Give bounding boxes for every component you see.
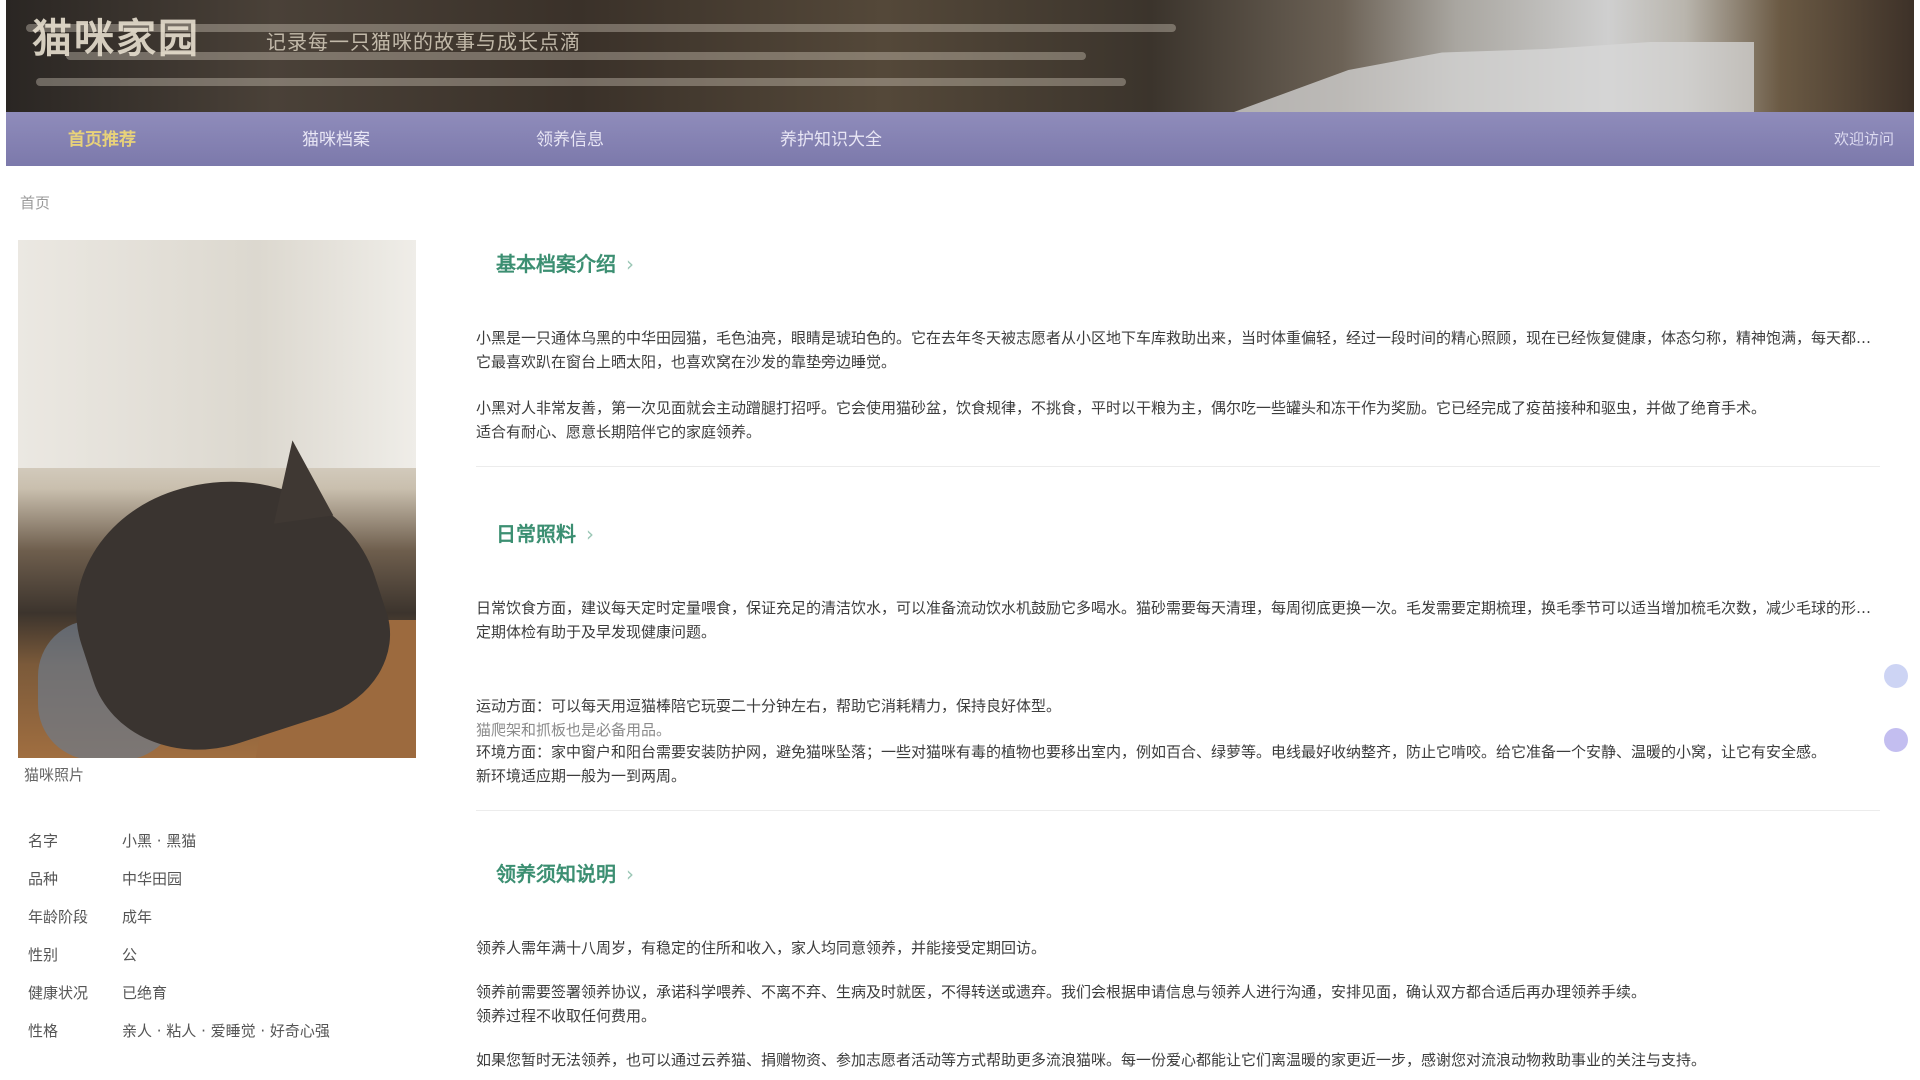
field-key: 品种 bbox=[28, 870, 59, 888]
paragraph-line: 运动方面：可以每天用逗猫棒陪它玩耍二十分钟左右，帮助它消耗精力，保持良好体型。 bbox=[476, 697, 1062, 715]
nav-item-profiles[interactable]: 猫咪档案 bbox=[292, 126, 380, 154]
nav-greeting: 欢迎访问 bbox=[1833, 130, 1894, 148]
paragraph-line: 日常饮食方面，建议每天定时定量喂食，保证充足的清洁饮水，可以准备流动饮水机鼓励它… bbox=[476, 599, 1880, 617]
paragraph-line: 它最喜欢趴在窗台上晒太阳，也喜欢窝在沙发的靠垫旁边睡觉。 bbox=[476, 353, 897, 371]
section-divider bbox=[476, 466, 1880, 467]
paragraph: 小黑是一只通体乌黑的中华田园猫，毛色油亮，眼睛是琥珀色的。它在去年冬天被志愿者从… bbox=[476, 326, 1880, 374]
field-value: 公 bbox=[122, 946, 138, 964]
profile-field: 年龄阶段 成年 bbox=[28, 898, 408, 936]
site-title[interactable]: 猫咪家园 bbox=[32, 6, 200, 64]
main-nav: 首页推荐 猫咪档案 领养信息 养护知识大全 欢迎访问 bbox=[6, 112, 1914, 166]
profile-info-list: 名字 小黑 · 黑猫 品种 中华田园 年龄阶段 成年 性别 公 健康状况 已绝育 性格 亲人… bbox=[28, 822, 408, 1050]
paragraph-line: 新环境适应期一般为一到两周。 bbox=[476, 767, 687, 785]
section-divider bbox=[476, 810, 1880, 811]
photo-caption: 猫咪照片 bbox=[24, 766, 85, 784]
field-value: 小黑 · 黑猫 bbox=[122, 832, 197, 850]
nav-item-adoption[interactable]: 领养信息 bbox=[526, 126, 614, 154]
paragraph-line: 小黑是一只通体乌黑的中华田园猫，毛色油亮，眼睛是琥珀色的。它在去年冬天被志愿者从… bbox=[476, 329, 1880, 347]
banner-decoration bbox=[36, 78, 1126, 86]
paragraph: 小黑对人非常友善，第一次见面就会主动蹭腿打招呼。它会使用猫砂盆，饮食规律，不挑食… bbox=[476, 396, 1880, 444]
paragraph: 运动方面：可以每天用逗猫棒陪它玩耍二十分钟左右，帮助它消耗精力，保持良好体型。 … bbox=[476, 694, 1880, 742]
paragraph-line: 领养人需年满十八周岁，有稳定的住所和收入，家人均同意领养，并能接受定期回访。 bbox=[476, 939, 1047, 957]
photo-cat-ear bbox=[262, 436, 334, 524]
field-value: 中华田园 bbox=[122, 870, 183, 888]
field-key: 健康状况 bbox=[28, 984, 89, 1002]
banner-decoration bbox=[1234, 42, 1754, 112]
field-key: 性别 bbox=[28, 946, 59, 964]
paragraph-line: 小黑对人非常友善，第一次见面就会主动蹭腿打招呼。它会使用猫砂盆，饮食规律，不挑食… bbox=[476, 399, 1767, 417]
profile-field: 性别 公 bbox=[28, 936, 408, 974]
paragraph-line: 领养过程不收取任何费用。 bbox=[476, 1007, 657, 1025]
paragraph-line: 如果您暂时无法领养，也可以通过云养猫、捐赠物资、参加志愿者活动等方式帮助更多流浪… bbox=[476, 1051, 1707, 1069]
paragraph-line: 环境方面：家中窗户和阳台需要安装防护网，避免猫咪坠落；一些对猫咪有毒的植物也要移… bbox=[476, 743, 1827, 761]
paragraph: 领养人需年满十八周岁，有稳定的住所和收入，家人均同意领养，并能接受定期回访。 bbox=[476, 936, 1880, 960]
section-title: 领养须知说明 bbox=[496, 858, 634, 890]
paragraph: 日常饮食方面，建议每天定时定量喂食，保证充足的清洁饮水，可以准备流动饮水机鼓励它… bbox=[476, 596, 1880, 644]
field-key: 年龄阶段 bbox=[28, 908, 89, 926]
field-value: 亲人 · 粘人 · 爱睡觉 · 好奇心强 bbox=[122, 1022, 330, 1040]
float-share-button[interactable] bbox=[1884, 664, 1908, 688]
photo-wall-area bbox=[18, 240, 416, 468]
paragraph: 环境方面：家中窗户和阳台需要安装防护网，避免猫咪坠落；一些对猫咪有毒的植物也要移… bbox=[476, 740, 1880, 788]
profile-field: 名字 小黑 · 黑猫 bbox=[28, 822, 408, 860]
field-key: 性格 bbox=[28, 1022, 59, 1040]
profile-field: 品种 中华田园 bbox=[28, 860, 408, 898]
field-key: 名字 bbox=[28, 832, 59, 850]
paragraph-line: 定期体检有助于及早发现健康问题。 bbox=[476, 623, 717, 641]
field-value: 已绝育 bbox=[122, 984, 168, 1002]
breadcrumb[interactable]: 首页 bbox=[20, 192, 50, 213]
float-top-button[interactable] bbox=[1884, 728, 1908, 752]
profile-field: 健康状况 已绝育 bbox=[28, 974, 408, 1012]
site-subtitle: 记录每一只猫咪的故事与成长点滴 bbox=[266, 30, 581, 54]
profile-field: 性格 亲人 · 粘人 · 爱睡觉 · 好奇心强 bbox=[28, 1012, 408, 1050]
cat-photo[interactable] bbox=[18, 240, 416, 758]
section-title: 日常照料 bbox=[496, 518, 594, 550]
paragraph-line: 领养前需要签署领养协议，承诺科学喂养、不离不弃、生病及时就医，不得转送或遗弃。我… bbox=[476, 983, 1647, 1001]
paragraph: 如果您暂时无法领养，也可以通过云养猫、捐赠物资、参加志愿者活动等方式帮助更多流浪… bbox=[476, 1048, 1880, 1072]
section-title: 基本档案介绍 bbox=[496, 248, 634, 280]
paragraph-line: 适合有耐心、愿意长期陪伴它的家庭领养。 bbox=[476, 423, 762, 441]
header-banner: 猫咪家园 记录每一只猫咪的故事与成长点滴 bbox=[6, 0, 1914, 112]
nav-item-home[interactable]: 首页推荐 bbox=[58, 126, 146, 154]
paragraph-line: 猫爬架和抓板也是必备用品。 bbox=[476, 721, 672, 739]
nav-item-care[interactable]: 养护知识大全 bbox=[770, 126, 892, 154]
field-value: 成年 bbox=[122, 908, 153, 926]
paragraph: 领养前需要签署领养协议，承诺科学喂养、不离不弃、生病及时就医，不得转送或遗弃。我… bbox=[476, 980, 1880, 1028]
